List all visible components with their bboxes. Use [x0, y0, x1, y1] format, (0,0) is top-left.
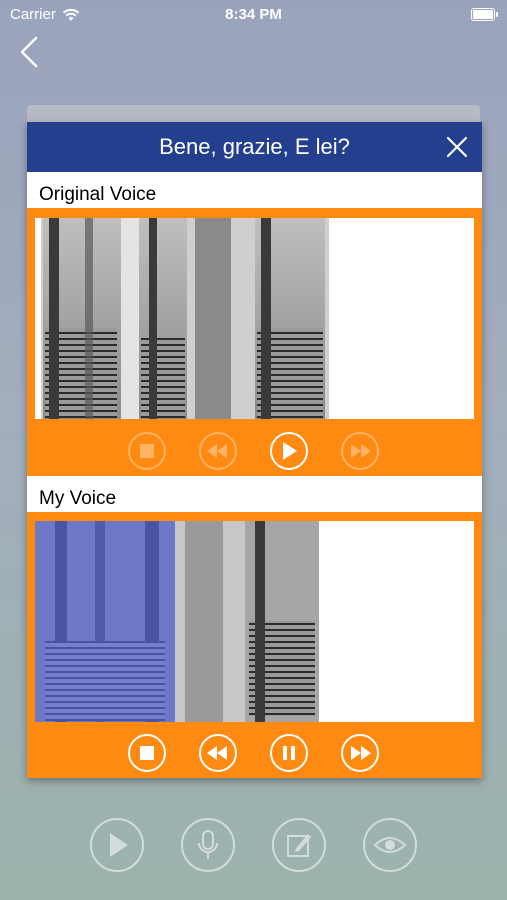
edit-icon: [287, 834, 311, 857]
my-stop-button[interactable]: [128, 734, 166, 772]
stop-icon: [140, 746, 154, 760]
play-icon: [283, 442, 297, 460]
original-fast-forward-button[interactable]: [341, 432, 379, 470]
spectrogram-graphic: [35, 521, 474, 722]
my-voice-label: My Voice: [39, 488, 117, 509]
original-voice-controls: [27, 424, 482, 480]
fast-forward-icon: [351, 746, 371, 760]
stop-icon: [140, 444, 154, 458]
close-button[interactable]: [442, 132, 472, 162]
bottom-record-button[interactable]: [181, 818, 235, 872]
my-pause-button[interactable]: [270, 734, 308, 772]
my-voice-spectrogram: [35, 521, 474, 722]
pause-icon: [283, 746, 295, 760]
microphone-icon: [198, 830, 218, 859]
original-play-button[interactable]: [270, 432, 308, 470]
my-voice-controls: [27, 726, 482, 782]
rewind-icon: [207, 746, 227, 760]
fast-forward-icon: [351, 444, 371, 458]
my-voice-header: My Voice: [27, 476, 482, 512]
status-time: 8:34 PM: [225, 6, 282, 23]
close-icon: [446, 136, 468, 158]
chevron-left-icon: [20, 36, 38, 68]
playback-progress-overlay: [35, 521, 175, 722]
back-button[interactable]: [14, 34, 44, 70]
my-fast-forward-button[interactable]: [341, 734, 379, 772]
bottom-edit-button[interactable]: [272, 818, 326, 872]
original-voice-spectrogram: [35, 218, 474, 419]
eye-icon: [373, 837, 407, 853]
rewind-icon: [207, 444, 227, 458]
bottom-show-button[interactable]: [363, 818, 417, 872]
voice-compare-dialog: Bene, grazie, E lei? Original Voice My V…: [27, 122, 482, 778]
original-stop-button[interactable]: [128, 432, 166, 470]
status-bar: Carrier 8:34 PM: [0, 0, 507, 30]
play-icon: [110, 833, 128, 857]
battery-icon: [471, 8, 498, 21]
original-voice-label: Original Voice: [39, 184, 157, 205]
dialog-header: Bene, grazie, E lei?: [27, 122, 482, 172]
original-rewind-button[interactable]: [199, 432, 237, 470]
dialog-title: Bene, grazie, E lei?: [159, 134, 350, 159]
bottom-play-button[interactable]: [90, 818, 144, 872]
bottom-toolbar: [0, 818, 507, 878]
my-rewind-button[interactable]: [199, 734, 237, 772]
spectrogram-graphic: [35, 218, 474, 419]
card-backdrop: [27, 105, 480, 123]
original-voice-header: Original Voice: [27, 172, 482, 208]
